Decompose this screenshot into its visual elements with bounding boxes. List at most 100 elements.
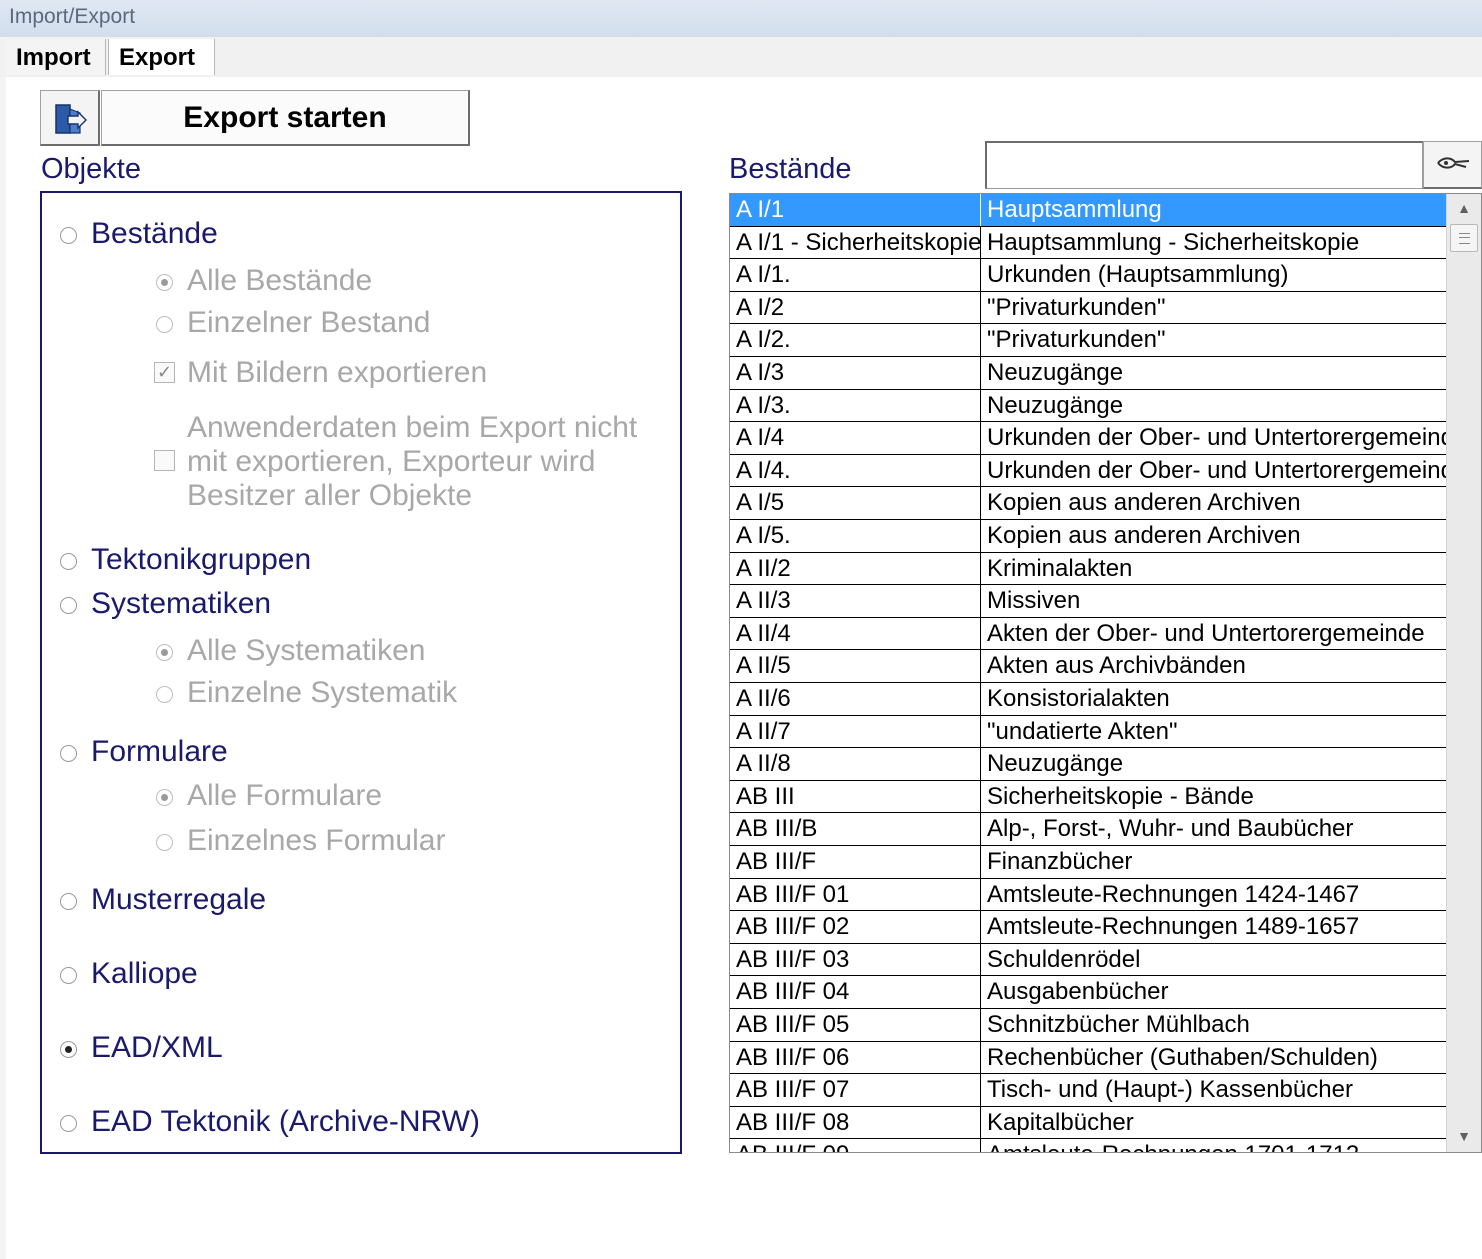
bestand-code-cell: A I/4 xyxy=(730,422,981,455)
radio-einzelne-systematik-circle[interactable] xyxy=(156,686,173,703)
table-row[interactable]: AB III/F 06 Rechenbücher (Guthaben/Schuld… xyxy=(730,1041,1446,1075)
table-row[interactable]: A I/5 Kopien aus anderen Archiven xyxy=(730,487,1446,520)
radio-musterregale-circle[interactable] xyxy=(60,893,77,910)
checkbox-mit-bildern-label: Mit Bildern exportieren xyxy=(187,356,488,389)
table-row[interactable]: AB III/F 04 Ausgabenbücher xyxy=(730,976,1446,1009)
radio-ead-tektonik-circle[interactable] xyxy=(60,1115,77,1132)
bestand-code-cell: A II/2 xyxy=(730,552,981,585)
tab-import[interactable]: Import xyxy=(6,39,106,75)
bestand-code-cell: A I/1 xyxy=(730,194,981,226)
table-row[interactable]: AB III/F 01 Amtsleute-Rechnungen 1424-146… xyxy=(730,878,1446,912)
radio-formulare-circle[interactable] xyxy=(60,745,77,762)
bestand-code-cell: AB III/F 01 xyxy=(730,878,981,911)
radio-tektonikgruppen-circle[interactable] xyxy=(60,553,77,570)
table-row[interactable]: A I/2 "Privaturkunden" xyxy=(730,291,1446,325)
radio-systematiken-circle[interactable] xyxy=(60,597,77,614)
table-row[interactable]: AB III/F 02 Amtsleute-Rechnungen 1489-165… xyxy=(730,911,1446,944)
bestand-name-cell: Urkunden der Ober- und Untertorergemeind… xyxy=(987,456,1446,484)
radio-alle-systematiken-circle[interactable] xyxy=(156,644,173,661)
bestand-name-cell: Kopien aus anderen Archiven xyxy=(987,489,1301,517)
table-row[interactable]: A II/7 "undatierte Akten" xyxy=(730,715,1446,749)
radio-einzelnes-formular-circle[interactable] xyxy=(156,834,173,851)
radio-ead-xml-circle[interactable] xyxy=(60,1041,77,1058)
bestand-code-cell: AB III xyxy=(730,780,981,813)
table-row[interactable]: AB III/F 08 Kapitalbücher xyxy=(730,1106,1446,1140)
exit-button[interactable] xyxy=(40,90,100,146)
table-row[interactable]: A I/4. Urkunden der Ober- und Untertorerg… xyxy=(730,454,1446,488)
exit-icon xyxy=(55,104,87,134)
radio-alle-formulare-circle[interactable] xyxy=(156,789,173,806)
checkbox-anwenderdaten-box[interactable] xyxy=(154,450,175,471)
bestand-name-cell: "Privaturkunden" xyxy=(987,326,1166,354)
bestand-code-cell: A I/1. xyxy=(730,259,981,292)
bestand-name-cell: Sicherheitskopie - Bände xyxy=(987,782,1254,810)
bestand-name-cell: Urkunden (Hauptsammlung) xyxy=(987,261,1289,289)
bestand-code-cell: A I/2 xyxy=(730,291,981,324)
bestand-name-cell: "undatierte Akten" xyxy=(987,717,1178,745)
bestand-name-cell: Neuzugänge xyxy=(987,750,1124,778)
checkbox-mit-bildern-box[interactable]: ✓ xyxy=(154,362,175,383)
bestand-code-cell: A I/3. xyxy=(730,389,981,422)
bestand-name-cell: Kopien aus anderen Archiven xyxy=(987,522,1301,549)
bestand-code-cell: AB III/F 03 xyxy=(730,943,981,976)
bestand-code-cell: A I/5 xyxy=(730,487,981,520)
table-row[interactable]: A I/1 - Sicherheitskopie Hauptsammlung - … xyxy=(730,226,1446,260)
radio-einzelnes-formular-label: Einzelnes Formular xyxy=(187,824,446,857)
list-scrollbar[interactable]: ▲ ▼ xyxy=(1446,194,1481,1152)
table-row[interactable]: A I/5. Kopien aus anderen Archiven xyxy=(730,520,1446,553)
radio-tektonikgruppen-label: Tektonikgruppen xyxy=(91,543,312,576)
bestand-name-cell: Amtsleute-Rechnungen 1489-1657 xyxy=(987,913,1360,941)
scroll-thumb[interactable] xyxy=(1450,224,1478,252)
bestand-name-cell: Tisch- und (Haupt-) Kassenbücher xyxy=(987,1076,1353,1104)
table-row[interactable]: A I/3 Neuzugänge xyxy=(730,357,1446,390)
export-start-button[interactable]: Export starten xyxy=(101,90,470,146)
bestand-code-cell: AB III/F 05 xyxy=(730,1009,981,1041)
radio-ead-xml-label: EAD/XML xyxy=(91,1031,223,1064)
find-button[interactable] xyxy=(1423,141,1482,189)
table-row[interactable]: A II/3 Missiven xyxy=(730,585,1446,618)
table-row[interactable]: A II/5 Akten aus Archivbänden xyxy=(730,650,1446,683)
bestand-code-cell: A I/1 - Sicherheitskopie xyxy=(730,226,981,259)
radio-alle-systematiken-label: Alle Systematiken xyxy=(187,634,426,667)
radio-kalliope-circle[interactable] xyxy=(60,967,77,984)
checkbox-anwenderdaten-label: Anwenderdaten beim Export nicht mit expo… xyxy=(187,411,638,512)
scroll-up-arrow-icon[interactable]: ▲ xyxy=(1447,194,1481,222)
table-row[interactable]: AB III/B Alp-, Forst-, Wuhr- und Baubüche… xyxy=(730,813,1446,846)
bestand-code-cell: A II/3 xyxy=(730,585,981,618)
bestand-code-cell: AB III/F 07 xyxy=(730,1074,981,1107)
radio-alle-bestaende-circle[interactable] xyxy=(156,274,173,291)
bestand-name-cell: Hauptsammlung - Sicherheitskopie xyxy=(987,228,1360,256)
table-row[interactable]: A I/4 Urkunden der Ober- und Untertorerge… xyxy=(730,422,1446,455)
tab-export[interactable]: Export xyxy=(108,39,215,75)
table-row[interactable]: A I/1 Hauptsammlung xyxy=(730,194,1446,227)
table-row[interactable]: A II/2 Kriminalakten xyxy=(730,552,1446,586)
table-row[interactable]: AB III/F Finanzbücher xyxy=(730,846,1446,879)
bestand-name-cell: Hauptsammlung xyxy=(987,196,1162,223)
table-row[interactable]: A II/6 Konsistorialakten xyxy=(730,683,1446,716)
bestand-name-cell: Schuldenrödel xyxy=(987,945,1141,973)
bestand-code-cell: A I/4. xyxy=(730,454,981,487)
table-row[interactable]: A I/3. Neuzugänge xyxy=(730,389,1446,423)
scroll-down-arrow-icon[interactable]: ▼ xyxy=(1447,1124,1481,1152)
radio-systematiken-label: Systematiken xyxy=(91,587,272,620)
table-row[interactable]: A II/8 Neuzugänge xyxy=(730,748,1446,781)
bestand-name-cell: Rechenbücher (Guthaben/Schulden) xyxy=(987,1043,1378,1071)
radio-einzelner-bestand-circle[interactable] xyxy=(156,316,173,333)
table-row[interactable]: AB III/F 07 Tisch- und (Haupt-) Kassenbüc… xyxy=(730,1074,1446,1107)
table-row[interactable]: AB III/F 05 Schnitzbücher Mühlbach xyxy=(730,1009,1446,1042)
bestand-code-cell: AB III/F 04 xyxy=(730,976,981,1009)
table-row[interactable]: AB III/F 09Amtsleute-Rechnungen 1701-171… xyxy=(730,1139,1446,1152)
table-row[interactable]: A II/4 Akten der Ober- und Untertorergeme… xyxy=(730,617,1446,651)
find-icon xyxy=(1437,157,1470,169)
table-row[interactable]: AB III/F 03 Schuldenrödel xyxy=(730,943,1446,977)
table-row[interactable]: A I/2. "Privaturkunden" xyxy=(730,324,1446,357)
bestand-code-cell: AB III/F xyxy=(730,846,981,878)
bestand-code-cell: A II/8 xyxy=(730,748,981,781)
bestaende-search-input[interactable] xyxy=(985,141,1423,189)
radio-bestaende-circle[interactable] xyxy=(60,227,77,244)
objects-group: Bestände Alle Bestände Einzelner Bestand… xyxy=(40,191,682,1154)
table-row[interactable]: A I/1. Urkunden (Hauptsammlung) xyxy=(730,259,1446,292)
bestaende-list[interactable]: A I/1 Hauptsammlung A I/1 - Sicherheitskop… xyxy=(729,193,1482,1153)
table-row[interactable]: AB III Sicherheitskopie - Bände xyxy=(730,780,1446,814)
bestand-code-cell: A I/5. xyxy=(730,520,981,552)
